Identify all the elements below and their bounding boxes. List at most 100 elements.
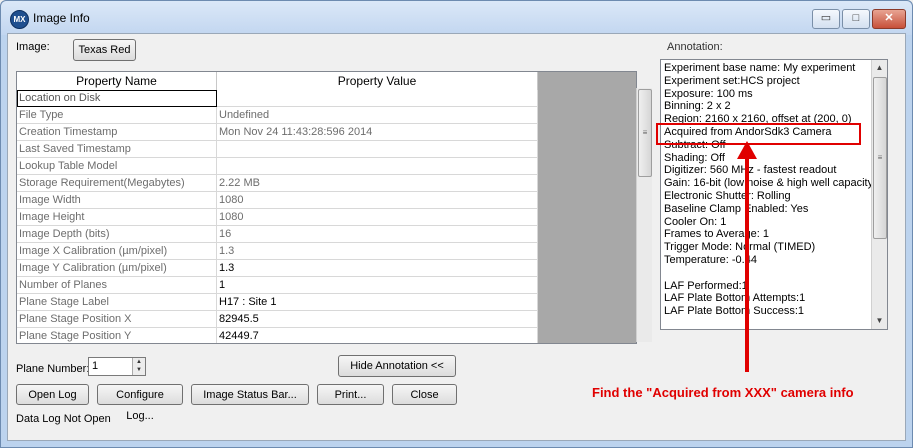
property-value-cell[interactable]: 1080	[217, 192, 538, 209]
annotation-scrollbar[interactable]: ▲ ≡ ▼	[871, 60, 887, 329]
property-value-cell[interactable]	[217, 141, 538, 158]
highlight-box	[656, 123, 861, 145]
annotation-line: Experiment set:HCS project	[664, 74, 800, 87]
annotation-line: Temperature: -0.44	[664, 253, 757, 266]
table-row[interactable]: Image Height 1080	[17, 209, 538, 226]
scroll-down-icon[interactable]: ▼	[872, 313, 887, 329]
property-value-cell[interactable]: 1080	[217, 209, 538, 226]
print-button[interactable]: Print...	[317, 384, 384, 405]
grid-scroll-thumb[interactable]: ≡	[638, 89, 652, 177]
property-name-cell[interactable]: Plane Stage Position Y	[17, 328, 217, 343]
image-label: Image:	[16, 41, 50, 53]
table-row[interactable]: Storage Requirement(Megabytes) 2.22 MB	[17, 175, 538, 192]
table-row[interactable]: Location on Disk	[17, 90, 538, 107]
table-row[interactable]: Image Width 1080	[17, 192, 538, 209]
annotation-line: Experiment base name: My experiment	[664, 62, 856, 74]
property-value-cell[interactable]: H17 : Site 1	[217, 294, 538, 311]
image-select-button[interactable]: Texas Red	[73, 39, 136, 61]
col-header-value[interactable]: Property Value	[217, 72, 538, 90]
table-row[interactable]: Image Depth (bits) 16	[17, 226, 538, 243]
table-row[interactable]: Plane Stage Position Y 42449.7	[17, 328, 538, 343]
plane-number-value: 1	[92, 360, 99, 372]
hide-annotation-button[interactable]: Hide Annotation <<	[338, 355, 456, 377]
annotation-line: Digitizer: 560 MHz - fastest readout	[664, 164, 837, 177]
table-row[interactable]: Creation Timestamp Mon Nov 24 11:43:28:59…	[17, 124, 538, 141]
spin-buttons[interactable]: ▲ ▼	[132, 358, 145, 375]
table-row[interactable]: Plane Stage Label H17 : Site 1	[17, 294, 538, 311]
property-name-cell[interactable]: Location on Disk	[17, 90, 217, 107]
property-value-cell[interactable]: 1	[217, 277, 538, 294]
annotation-line: Shading: Off	[664, 151, 725, 164]
property-name-cell[interactable]: Image X Calibration (µm/pixel)	[17, 243, 217, 260]
title-bar[interactable]: MX Image Info ▭ □ ✕	[1, 1, 912, 35]
col-header-name[interactable]: Property Name	[17, 72, 217, 90]
property-name-cell[interactable]: Image Y Calibration (µm/pixel)	[17, 260, 217, 277]
window-title: Image Info	[33, 11, 90, 25]
close-window-button[interactable]: ✕	[872, 9, 906, 29]
property-value-cell[interactable]: 1.3	[217, 243, 538, 260]
grid-header: Property Name Property Value	[17, 72, 538, 91]
property-name-cell[interactable]: Lookup Table Model	[17, 158, 217, 175]
table-row[interactable]: Lookup Table Model	[17, 158, 538, 175]
property-value-cell[interactable]: 2.22 MB	[217, 175, 538, 192]
property-value-cell[interactable]	[217, 158, 538, 175]
scroll-up-icon[interactable]: ▲	[872, 60, 887, 76]
minimize-button[interactable]: ▭	[812, 9, 840, 29]
property-name-cell[interactable]: Image Width	[17, 192, 217, 209]
property-value-cell[interactable]: 42449.7	[217, 328, 538, 343]
property-grid: Property Name Property Value Location on…	[16, 71, 637, 344]
open-log-button[interactable]: Open Log	[16, 384, 89, 405]
maximize-button[interactable]: □	[842, 9, 870, 29]
property-value-cell[interactable]: 82945.5	[217, 311, 538, 328]
table-row[interactable]: Last Saved Timestamp	[17, 141, 538, 158]
table-row[interactable]: Image Y Calibration (µm/pixel) 1.3	[17, 260, 538, 277]
annotation-line: LAF Performed:1	[664, 279, 748, 292]
property-name-cell[interactable]: File Type	[17, 107, 217, 124]
spin-up-icon[interactable]: ▲	[133, 358, 145, 366]
grid-rows: Location on Disk File Type Undefined Creati…	[17, 90, 538, 343]
grid-scrollbar[interactable]: ≡	[636, 88, 652, 342]
app-icon: MX	[10, 10, 29, 29]
arrow-up-icon	[737, 141, 757, 159]
callout-text: Find the "Acquired from XXX" camera info	[592, 385, 854, 400]
annotation-line: Trigger Mode: Normal (TIMED)	[664, 241, 816, 254]
status-text: Data Log Not Open	[16, 413, 111, 425]
annotation-line: Exposure: 100 ms	[664, 87, 753, 100]
plane-number-stepper[interactable]: 1 ▲ ▼	[88, 357, 146, 376]
annotation-line: Cooler On: 1	[664, 215, 727, 228]
table-row[interactable]: File Type Undefined	[17, 107, 538, 124]
property-name-cell[interactable]: Image Depth (bits)	[17, 226, 217, 243]
table-row[interactable]: Plane Stage Position X 82945.5	[17, 311, 538, 328]
property-name-cell[interactable]: Last Saved Timestamp	[17, 141, 217, 158]
spin-down-icon[interactable]: ▼	[133, 366, 145, 374]
table-row[interactable]: Image X Calibration (µm/pixel) 1.3	[17, 243, 538, 260]
close-button[interactable]: Close	[392, 384, 457, 405]
property-name-cell[interactable]: Storage Requirement(Megabytes)	[17, 175, 217, 192]
annotation-line: Electronic Shutter: Rolling	[664, 189, 791, 202]
property-name-cell[interactable]: Number of Planes	[17, 277, 217, 294]
property-value-cell[interactable]: 16	[217, 226, 538, 243]
plane-number-label: Plane Number:	[16, 363, 90, 375]
annotation-line: LAF Plate Bottom Attempts:1	[664, 292, 806, 305]
property-value-cell[interactable]: Undefined	[217, 107, 538, 124]
annotation-line: Binning: 2 x 2	[664, 100, 731, 113]
property-name-cell[interactable]: Image Height	[17, 209, 217, 226]
annotation-label: Annotation:	[667, 41, 723, 53]
annotation-line	[661, 267, 873, 280]
configure-log-button[interactable]: Configure Log...	[97, 384, 183, 422]
property-name-cell[interactable]: Plane Stage Position X	[17, 311, 217, 328]
property-value-cell[interactable]	[217, 90, 538, 107]
annotation-scroll-thumb[interactable]: ≡	[873, 77, 887, 239]
annotation-textbox[interactable]: Experiment base name: My experiment Exper…	[660, 59, 888, 330]
image-status-bar-button[interactable]: Image Status Bar...	[191, 384, 309, 405]
annotation-line: Gain: 16-bit (low noise & high well capa…	[664, 177, 877, 190]
annotation-line: Frames to Average: 1	[664, 228, 769, 241]
annotation-line: Baseline Clamp Enabled: Yes	[664, 202, 809, 215]
property-name-cell[interactable]: Creation Timestamp	[17, 124, 217, 141]
table-row[interactable]: Number of Planes 1	[17, 277, 538, 294]
annotation-line: LAF Plate Bottom Success:1	[664, 305, 805, 318]
annotation-lines: Experiment base name: My experiment Exper…	[661, 62, 877, 318]
property-value-cell[interactable]: Mon Nov 24 11:43:28:596 2014	[217, 124, 538, 141]
property-name-cell[interactable]: Plane Stage Label	[17, 294, 217, 311]
property-value-cell[interactable]: 1.3	[217, 260, 538, 277]
